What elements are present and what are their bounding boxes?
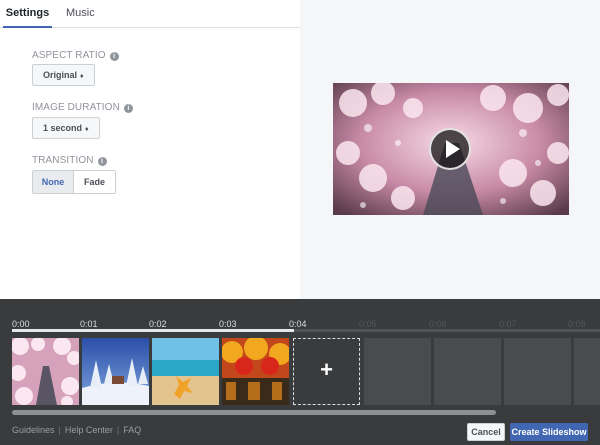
transition-none-button[interactable]: None xyxy=(33,171,74,193)
select-caret-icon: ♦ xyxy=(80,73,84,80)
transition-label-text: TRANSITION xyxy=(32,155,94,166)
guidelines-link[interactable]: Guidelines xyxy=(12,425,55,435)
timeline-tick: 0:02 xyxy=(149,319,167,329)
slide-thumbnail-cherry-blossom[interactable] xyxy=(12,338,79,405)
info-icon[interactable]: i xyxy=(97,157,107,166)
timeline-tick: 0:07 xyxy=(499,319,517,329)
empty-slot xyxy=(434,338,501,405)
tab-bar: Settings Music xyxy=(0,0,300,28)
aspect-ratio-label-text: ASPECT RATIO xyxy=(32,50,106,61)
slide-thumbnail-snowy-forest[interactable] xyxy=(82,338,149,405)
transition-toggle: None Fade xyxy=(32,170,116,194)
select-caret-icon: ♦ xyxy=(85,126,89,133)
cherry-blossom-image xyxy=(12,338,79,405)
image-duration-label-text: IMAGE DURATION xyxy=(32,102,120,113)
autumn-forest-image xyxy=(222,338,289,405)
empty-slot xyxy=(504,338,571,405)
image-duration-label: IMAGE DURATION i xyxy=(32,102,133,113)
cancel-button[interactable]: Cancel xyxy=(467,423,505,441)
image-duration-value: 1 second xyxy=(43,123,83,133)
timeline-scrollbar[interactable] xyxy=(12,410,496,415)
timeline-panel: 0:00 0:01 0:02 0:03 0:04 0:05 0:06 0:07 … xyxy=(0,299,600,445)
info-icon[interactable]: i xyxy=(109,52,119,61)
transition-fade-button[interactable]: Fade xyxy=(74,171,115,193)
empty-slot xyxy=(364,338,431,405)
slide-thumbnail-starfish-beach[interactable] xyxy=(152,338,219,405)
create-slideshow-button[interactable]: Create Slideshow xyxy=(510,423,588,441)
timeline-progress[interactable] xyxy=(12,329,294,332)
timeline-remaining xyxy=(294,329,600,332)
snowy-forest-image xyxy=(82,338,149,405)
video-preview[interactable] xyxy=(333,83,569,215)
divider: | xyxy=(58,425,61,435)
help-center-link[interactable]: Help Center xyxy=(65,425,113,435)
tab-settings[interactable]: Settings xyxy=(3,0,52,28)
timeline-tick: 0:04 xyxy=(289,319,307,329)
info-icon[interactable]: i xyxy=(123,104,133,113)
timeline-tick: 0:05 xyxy=(359,319,377,329)
settings-panel: Settings Music ASPECT RATIO i Original ♦ I… xyxy=(0,0,300,299)
plus-icon: + xyxy=(320,357,333,382)
timeline-tick: 0:00 xyxy=(12,319,30,329)
timeline-tick: 0:01 xyxy=(80,319,98,329)
transition-label: TRANSITION i xyxy=(32,155,107,166)
empty-slot xyxy=(574,338,600,405)
starfish-beach-image xyxy=(152,338,219,405)
aspect-ratio-select[interactable]: Original ♦ xyxy=(32,64,95,86)
tab-music[interactable]: Music xyxy=(66,0,95,28)
faq-link[interactable]: FAQ xyxy=(123,425,141,435)
aspect-ratio-label: ASPECT RATIO i xyxy=(32,50,119,61)
image-duration-select[interactable]: 1 second ♦ xyxy=(32,117,100,139)
timeline-tick: 0:03 xyxy=(219,319,237,329)
slide-thumbnail-autumn-forest[interactable] xyxy=(222,338,289,405)
aspect-ratio-value: Original xyxy=(43,70,78,80)
timeline-tick: 0:06 xyxy=(429,319,447,329)
divider: | xyxy=(116,425,120,435)
add-image-button[interactable]: + xyxy=(293,338,360,405)
timeline-tick: 0:08 xyxy=(568,319,586,329)
editor-top: Settings Music ASPECT RATIO i Original ♦ I… xyxy=(0,0,600,299)
play-icon[interactable] xyxy=(429,128,471,170)
footer-links: Guidelines | Help Center | FAQ xyxy=(12,425,145,435)
